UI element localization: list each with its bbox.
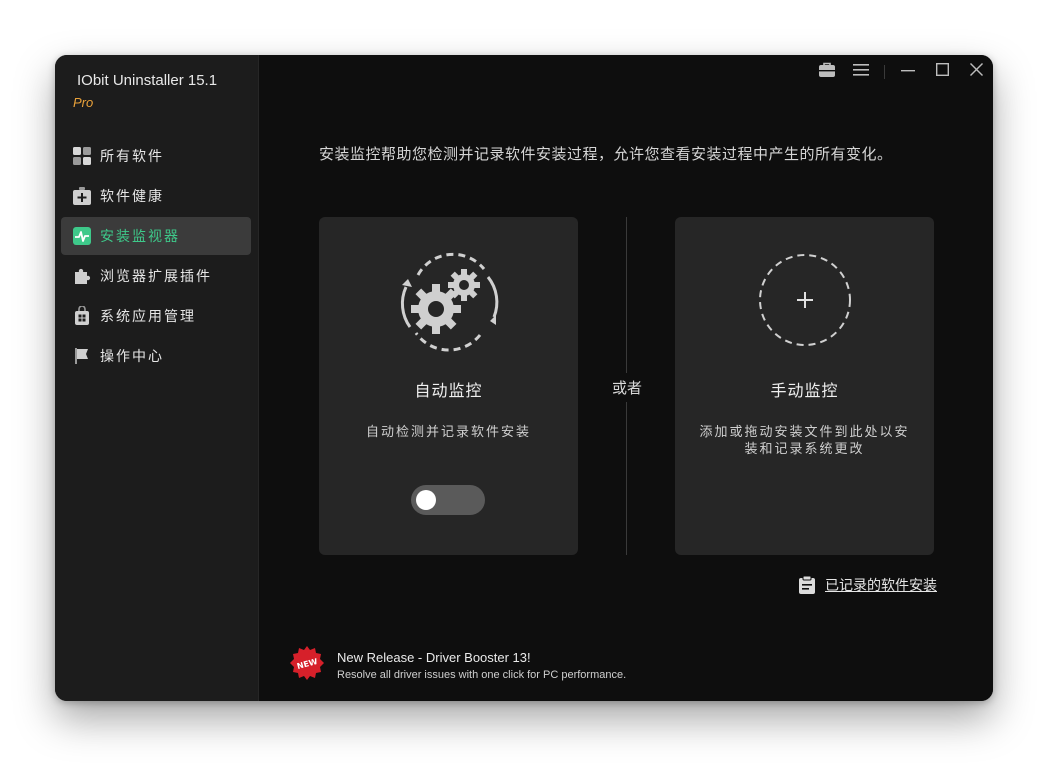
windows-bag-icon [72,306,92,326]
sidebar-item-all-software[interactable]: 所有软件 [61,137,251,175]
sidebar-item-label: 安装监视器 [100,228,180,244]
promo-subtitle: Resolve all driver issues with one click… [337,669,627,681]
recorded-installs-link[interactable]: 已记录的软件安装 [797,575,937,595]
auto-monitor-card: 自动监控 自动检测并记录软件安装 [319,217,578,555]
maximize-icon [935,62,949,81]
sidebar-item-label: 操作中心 [100,348,164,364]
toggle-knob [416,490,436,510]
maximize-button[interactable] [925,55,959,89]
gears-refresh-icon [396,247,502,355]
main-panel: 安装监控帮助您检测并记录软件安装过程，允许您查看安装过程中产生的所有变化。 自动… [259,55,993,701]
minimize-button[interactable] [891,55,925,89]
monitor-pulse-icon [72,226,92,246]
promo-text: New Release - Driver Booster 13! Resolve… [337,650,626,681]
close-icon [969,63,983,81]
sidebar-item-action-center[interactable]: 操作中心 [61,337,251,375]
recorded-installs-label: 已记录的软件安装 [825,577,937,593]
or-separator-label: 或者 [607,373,647,402]
new-badge-icon: NEW [289,645,325,686]
medkit-icon [72,186,92,206]
close-button[interactable] [959,55,993,89]
minimize-icon [901,63,915,82]
add-file-icon[interactable] [758,253,852,347]
sidebar-item-system-apps[interactable]: 系统应用管理 [61,297,251,335]
auto-monitor-toggle[interactable] [411,485,485,515]
toolbox-icon [818,62,836,83]
puzzle-icon [72,266,92,286]
sidebar: IObit Uninstaller 15.1 Pro 所有软件 软件健康 安装监… [55,55,259,701]
sidebar-item-label: 系统应用管理 [100,308,196,324]
promo-banner[interactable]: NEW New Release - Driver Booster 13! Res… [289,645,626,686]
app-edition: Pro [73,95,94,110]
sidebar-item-software-health[interactable]: 软件健康 [61,177,251,215]
sidebar-item-browser-extensions[interactable]: 浏览器扩展插件 [61,257,251,295]
intro-text: 安装监控帮助您检测并记录软件安装过程，允许您查看安装过程中产生的所有变化。 [319,146,893,163]
titlebar-controls [810,55,993,89]
app-window: IObit Uninstaller 15.1 Pro 所有软件 软件健康 安装监… [55,55,993,701]
manual-monitor-description: 添加或拖动安装文件到此处以安装和记录系统更改 [699,424,910,456]
promo-title: New Release - Driver Booster 13! [337,650,531,665]
sidebar-item-install-monitor[interactable]: 安装监视器 [61,217,251,255]
menu-button[interactable] [844,55,878,89]
auto-monitor-description: 自动检测并记录软件安装 [365,424,531,439]
app-title: IObit Uninstaller 15.1 [77,72,218,89]
manual-monitor-title: 手动监控 [770,383,839,400]
sidebar-item-label: 浏览器扩展插件 [100,268,212,284]
menu-icon [853,63,869,82]
toolbox-button[interactable] [810,55,844,89]
sidebar-item-label: 所有软件 [100,148,164,164]
flag-icon [72,346,92,366]
clipboard-icon [797,575,817,595]
sidebar-item-label: 软件健康 [100,188,164,204]
sidebar-nav: 所有软件 软件健康 安装监视器 浏览器扩展插件 系统应用管理 操作中心 [61,137,251,377]
manual-monitor-card[interactable]: 手动监控 添加或拖动安装文件到此处以安装和记录系统更改 [675,217,934,555]
titlebar-separator [884,65,885,79]
auto-monitor-title: 自动监控 [414,383,483,400]
grid-icon [72,146,92,166]
